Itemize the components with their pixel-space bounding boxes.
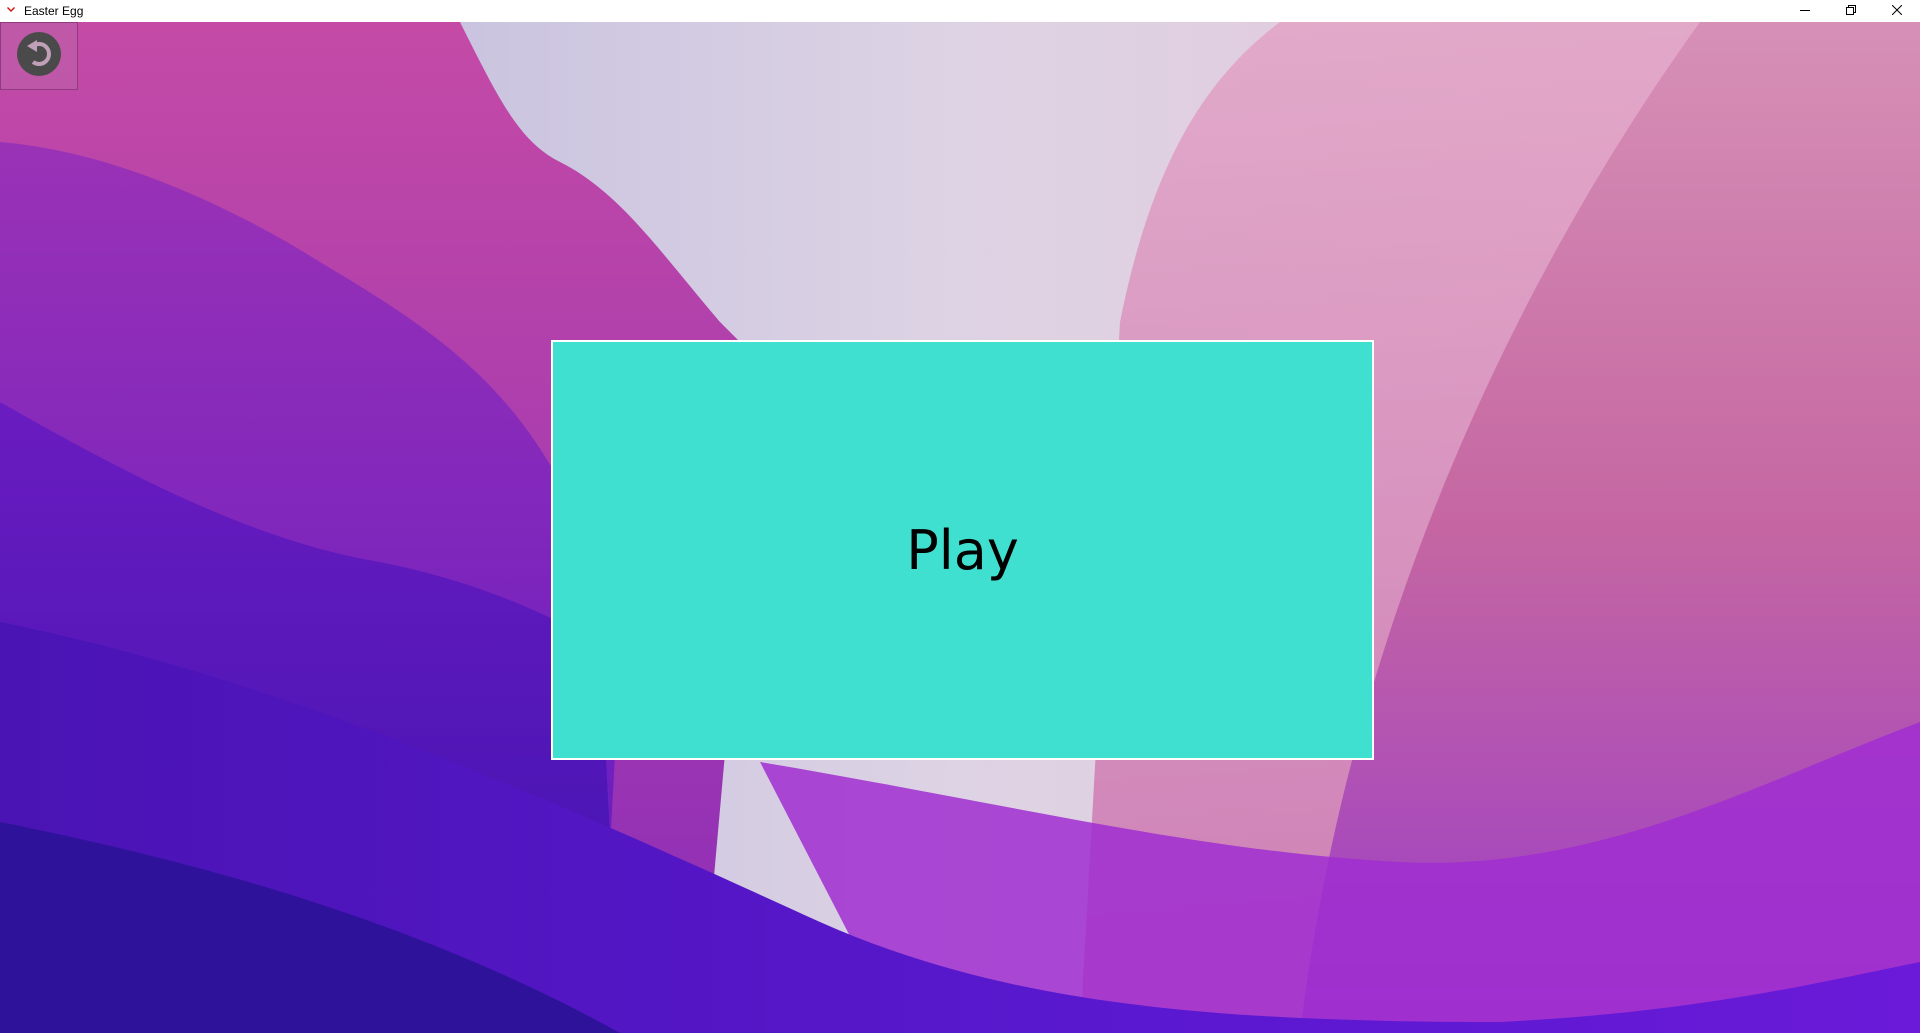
minimize-icon — [1800, 2, 1810, 20]
window-controls — [1782, 0, 1920, 22]
play-button[interactable]: Play — [551, 340, 1374, 760]
title-bar[interactable]: Easter Egg — [0, 0, 1920, 22]
undo-arrow-icon — [15, 30, 63, 83]
app-window: Easter Egg Play — [0, 0, 1920, 1033]
restore-button[interactable] — [1828, 0, 1874, 22]
app-content: Play — [0, 22, 1920, 1033]
play-button-label: Play — [906, 518, 1019, 582]
window-title: Easter Egg — [24, 4, 84, 18]
heart-icon — [4, 4, 18, 18]
close-icon — [1891, 2, 1903, 20]
restore-icon — [1846, 2, 1856, 20]
back-button[interactable] — [0, 22, 78, 90]
close-button[interactable] — [1874, 0, 1920, 22]
minimize-button[interactable] — [1782, 0, 1828, 22]
